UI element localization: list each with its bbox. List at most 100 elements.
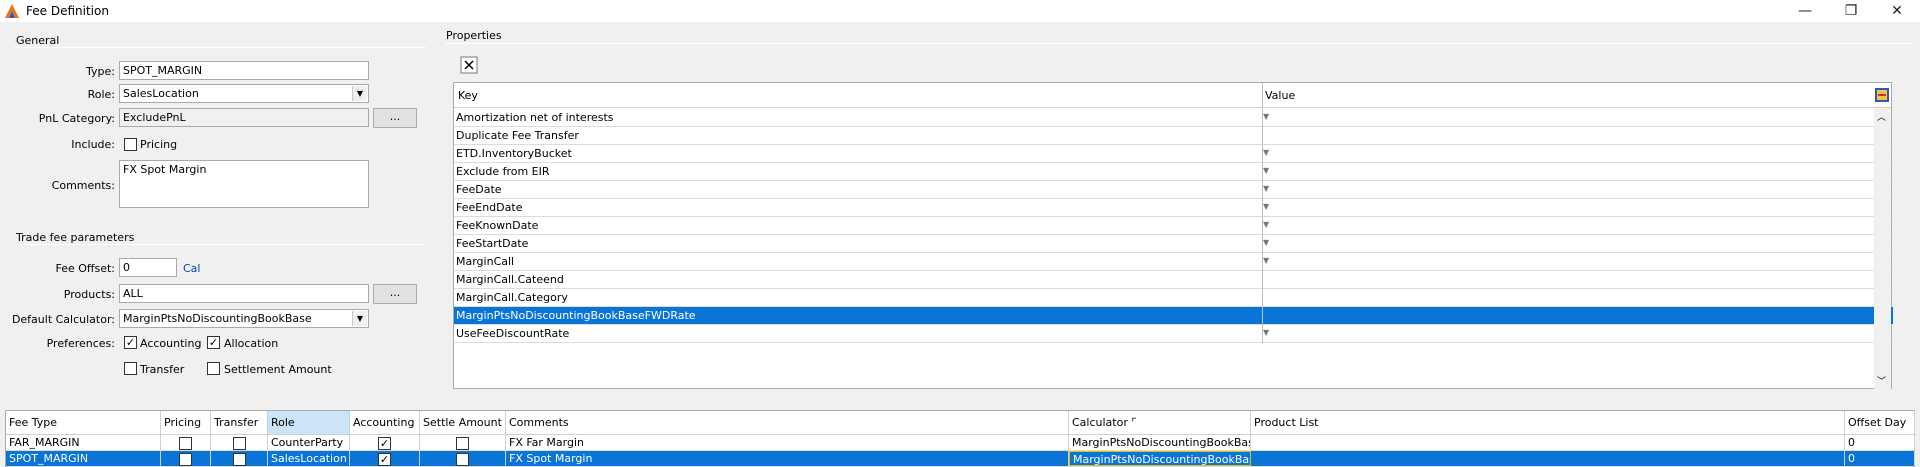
property-row[interactable]: UseFeeDiscountRate ▼ <box>454 325 1893 343</box>
chevron-down-icon[interactable]: ▼ <box>1263 238 1269 247</box>
cell-offset[interactable]: 0 <box>1845 451 1915 466</box>
property-row[interactable]: Exclude from EIR ▼ <box>454 163 1893 181</box>
accounting-label: Accounting <box>140 337 202 350</box>
settle-checkbox[interactable] <box>456 436 469 450</box>
scroll-down-icon[interactable]: ﹀ <box>1877 374 1886 387</box>
default-calculator-value: MarginPtsNoDiscountingBookBase <box>123 312 312 325</box>
accounting-checkbox[interactable]: ✓ <box>378 452 391 466</box>
transfer-checkbox[interactable] <box>232 452 246 466</box>
chevron-down-icon[interactable]: ▼ <box>1263 328 1269 337</box>
cell-offset[interactable]: 0 <box>1845 435 1915 450</box>
property-row[interactable]: FeeEndDate ▼ <box>454 199 1893 217</box>
fee-definitions-grid: Fee Type Pricing Transfer Role Accounting Set… <box>5 410 1915 467</box>
property-key: FeeEndDate <box>456 201 523 214</box>
table-row[interactable]: FAR_MARGIN CounterParty ✓ FX Far Margin Marg… <box>6 435 1915 451</box>
column-header-pricing[interactable]: Pricing <box>161 411 211 434</box>
chevron-down-icon[interactable]: ▼ <box>1263 148 1269 157</box>
chevron-down-icon[interactable]: ▼ <box>1263 202 1269 211</box>
header-separator <box>1262 83 1263 108</box>
cell-comments[interactable]: FX Spot Margin <box>506 451 1069 466</box>
cell-pricing[interactable] <box>161 435 211 450</box>
cell-calculator[interactable]: MarginPtsNoDiscountingBookBase <box>1069 451 1251 466</box>
property-row[interactable]: FeeKnownDate ▼ <box>454 217 1893 235</box>
cell-role[interactable]: CounterParty <box>268 435 350 450</box>
pnl-category-browse-button[interactable]: ... <box>373 108 417 128</box>
chevron-down-icon[interactable]: ▼ <box>1263 220 1269 229</box>
table-settings-icon[interactable] <box>1875 88 1889 102</box>
type-input[interactable]: SPOT_MARGIN <box>119 61 369 80</box>
close-button[interactable]: ✕ <box>1874 0 1920 22</box>
pricing-checkbox[interactable] <box>179 452 192 466</box>
column-header-settle[interactable]: Settle Amount <box>420 411 506 434</box>
property-row[interactable]: FeeStartDate ▼ <box>454 235 1893 253</box>
restore-button[interactable]: ❐ <box>1828 0 1874 22</box>
role-select[interactable]: SalesLocation ▼ <box>119 84 369 103</box>
accounting-checkbox[interactable]: ✓ <box>124 336 137 349</box>
column-header-calculator[interactable]: Calculator ⌜ <box>1069 411 1251 434</box>
minimize-button[interactable]: — <box>1782 0 1828 22</box>
scroll-up-icon[interactable]: ︿ <box>1877 110 1886 123</box>
property-row[interactable]: ETD.InventoryBucket ▼ <box>454 145 1893 163</box>
properties-header: Key Value <box>454 83 1891 108</box>
column-header-comments[interactable]: Comments <box>506 411 1069 434</box>
allocation-checkbox[interactable]: ✓ <box>207 336 220 349</box>
chevron-down-icon[interactable]: ▼ <box>352 311 367 326</box>
column-header-transfer[interactable]: Transfer <box>211 411 268 434</box>
accounting-checkbox[interactable]: ✓ <box>378 436 391 450</box>
cell-pricing[interactable] <box>161 451 211 466</box>
cell-role[interactable]: SalesLocation <box>268 451 350 466</box>
chevron-down-icon[interactable]: ▼ <box>1263 166 1269 175</box>
property-row[interactable]: FeeDate ▼ <box>454 181 1893 199</box>
fee-offset-cal-link[interactable]: Cal <box>183 262 200 275</box>
property-row[interactable]: Duplicate Fee Transfer <box>454 127 1893 145</box>
properties-section-title: Properties <box>446 29 502 42</box>
cell-comments[interactable]: FX Far Margin <box>506 435 1069 450</box>
column-separator <box>1262 127 1263 145</box>
pricing-checkbox[interactable] <box>179 436 192 450</box>
transfer-checkbox[interactable] <box>232 436 246 450</box>
fee-offset-input[interactable]: 0 <box>119 258 177 277</box>
properties-scrollbar[interactable]: ︿ ﹀ <box>1874 108 1891 389</box>
column-header-offset[interactable]: Offset Day <box>1845 411 1915 434</box>
column-header-fee-type[interactable]: Fee Type <box>6 411 161 434</box>
settle-checkbox[interactable] <box>456 452 469 466</box>
chevron-down-icon[interactable]: ▼ <box>1263 112 1269 121</box>
column-header-role[interactable]: Role <box>268 411 350 434</box>
cell-settle[interactable] <box>420 451 506 466</box>
property-row[interactable]: MarginCall ▼ <box>454 253 1893 271</box>
property-row[interactable]: MarginCall.Category <box>454 289 1893 307</box>
cell-product-list[interactable] <box>1251 451 1845 466</box>
cell-fee-type[interactable]: SPOT_MARGIN <box>6 451 161 466</box>
products-label: Products: <box>63 288 115 301</box>
comments-textarea[interactable]: FX Spot Margin <box>119 160 369 208</box>
value-column-header[interactable]: Value <box>1265 89 1295 102</box>
cell-transfer[interactable] <box>211 451 268 466</box>
chevron-down-icon[interactable]: ▼ <box>1263 184 1269 193</box>
cell-fee-type[interactable]: FAR_MARGIN <box>6 435 161 450</box>
window-title: Fee Definition <box>26 4 109 18</box>
include-pricing-checkbox[interactable] <box>124 138 137 151</box>
property-row[interactable]: MarginCall.Cateend <box>454 271 1893 289</box>
settlement-amount-checkbox[interactable] <box>207 362 220 375</box>
column-header-product-list[interactable]: Product List <box>1251 411 1845 434</box>
delete-property-icon[interactable] <box>460 56 478 74</box>
cell-product-list[interactable] <box>1251 435 1845 450</box>
key-column-header[interactable]: Key <box>458 89 478 102</box>
default-calculator-select[interactable]: MarginPtsNoDiscountingBookBase ▼ <box>119 309 369 328</box>
property-row[interactable]: Amortization net of interests ▼ <box>454 109 1893 127</box>
chevron-down-icon[interactable]: ▼ <box>352 86 367 101</box>
cell-transfer[interactable] <box>211 435 268 450</box>
cell-settle[interactable] <box>420 435 506 450</box>
transfer-label: Transfer <box>140 363 185 376</box>
cell-accounting[interactable]: ✓ <box>350 451 420 466</box>
cell-calculator[interactable]: MarginPtsNoDiscountingBookBase <box>1069 435 1251 450</box>
chevron-down-icon[interactable]: ▼ <box>1263 256 1269 265</box>
products-input[interactable]: ALL <box>119 284 369 303</box>
products-browse-button[interactable]: ... <box>373 284 417 304</box>
column-header-accounting[interactable]: Accounting <box>350 411 420 434</box>
transfer-checkbox[interactable] <box>124 362 137 375</box>
table-row[interactable]: SPOT_MARGIN SalesLocation ✓ FX Spot Margin M… <box>6 451 1915 467</box>
pnl-category-input[interactable]: ExcludePnL <box>119 108 369 127</box>
cell-accounting[interactable]: ✓ <box>350 435 420 450</box>
property-row[interactable]: MarginPtsNoDiscountingBookBaseFWDRate <box>454 307 1893 325</box>
